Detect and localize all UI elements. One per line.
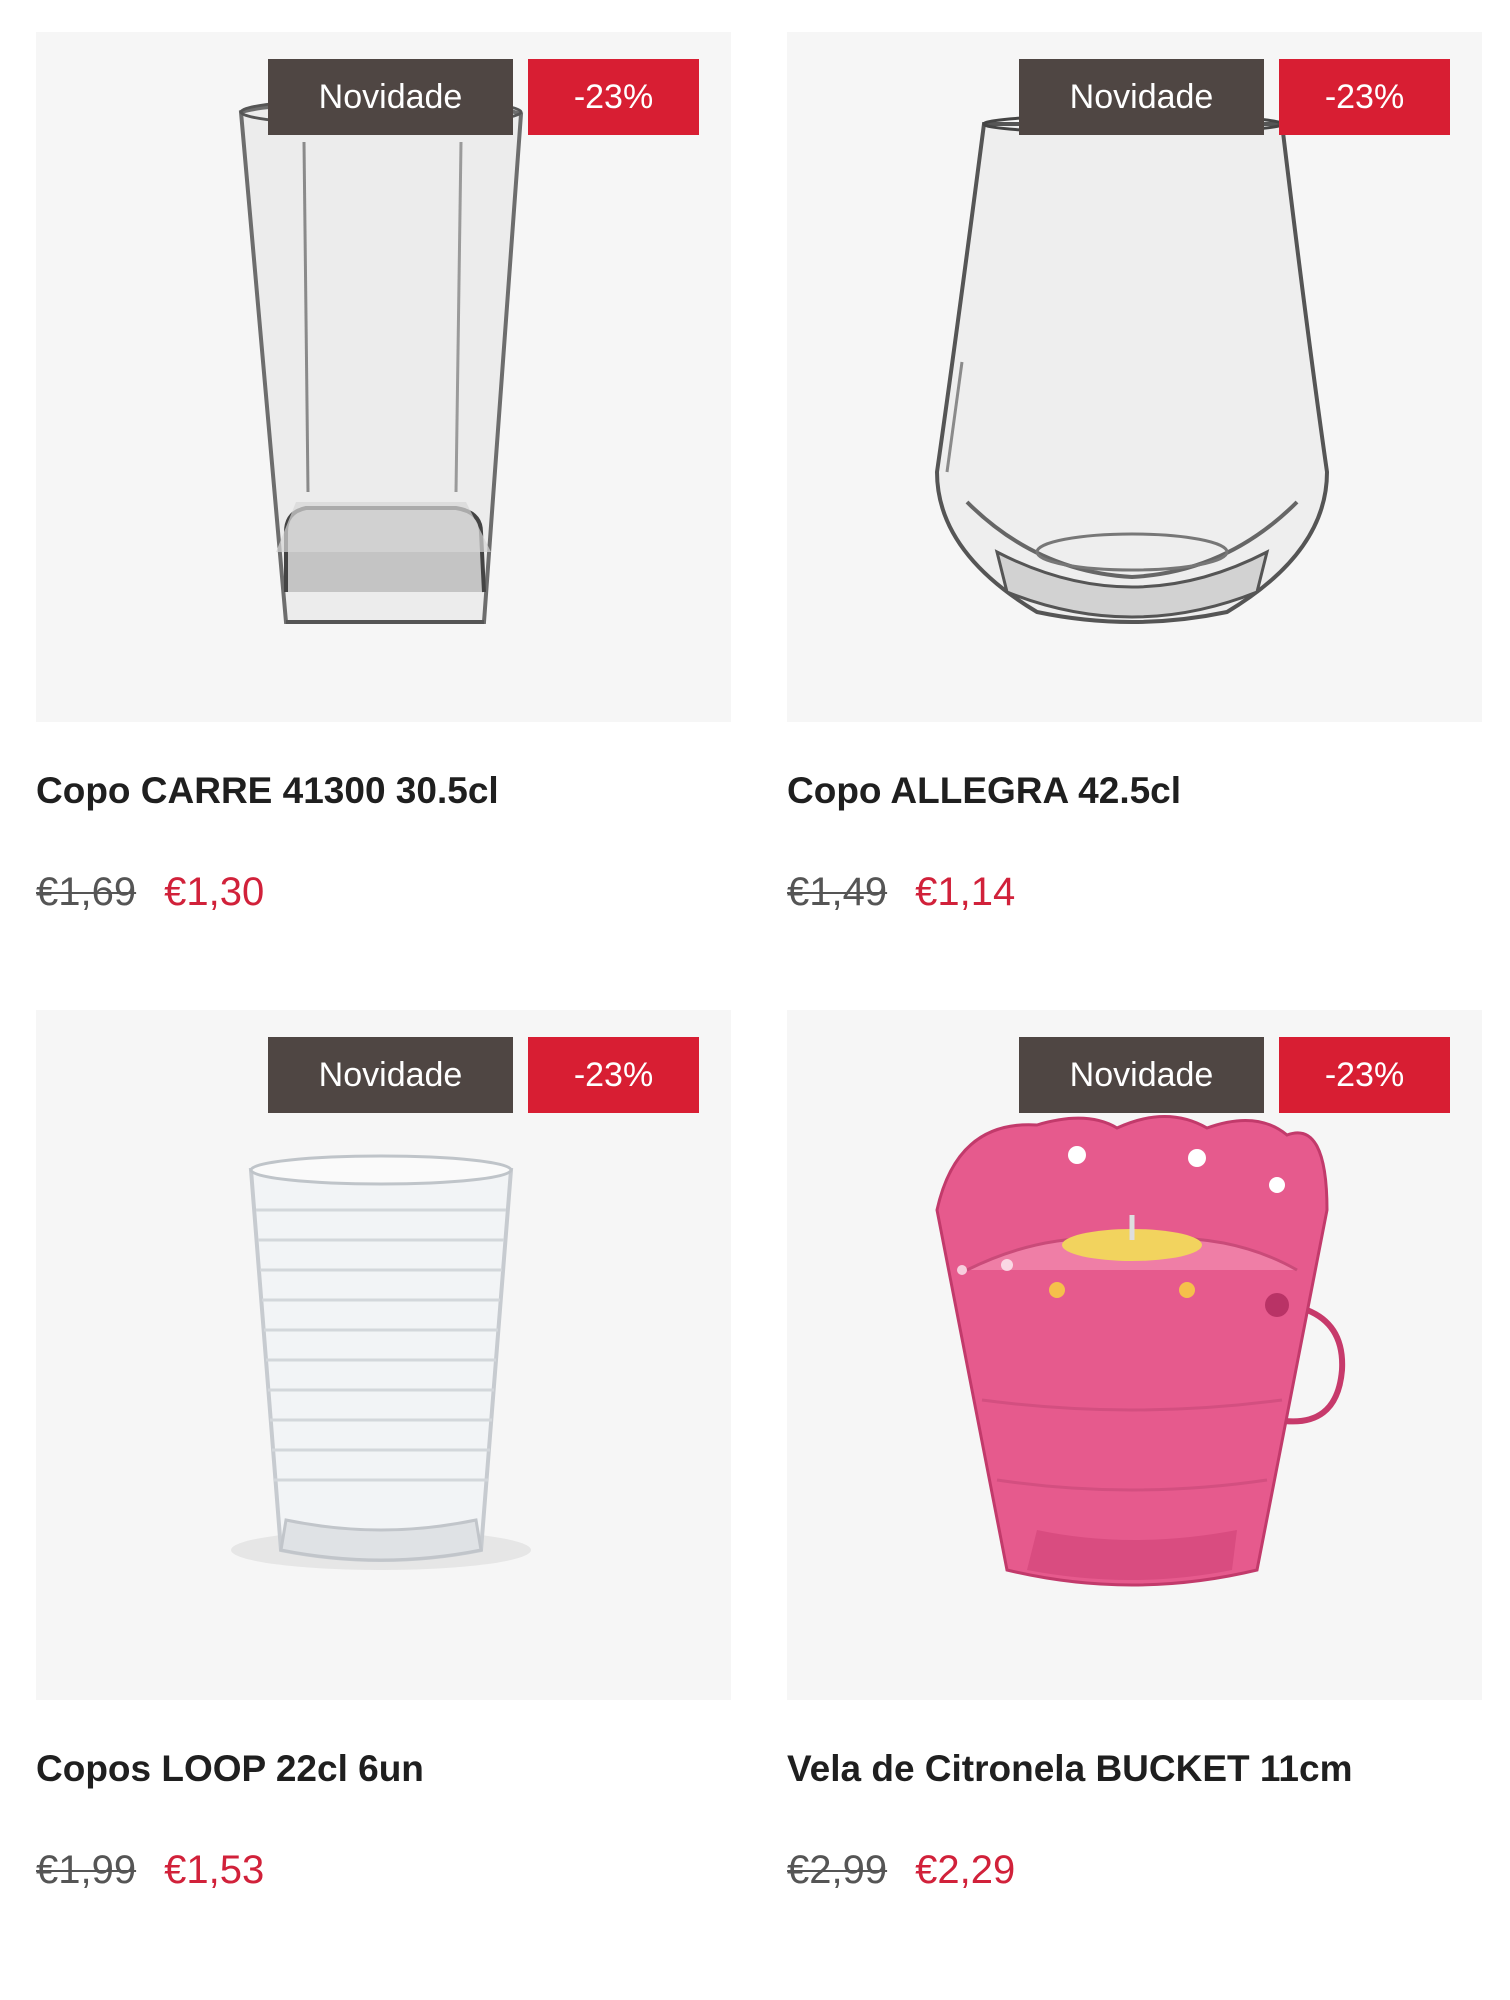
pink-bucket-candle-image [935,1115,1346,1587]
new-badge: Novidade [1019,59,1264,135]
old-price: €1,49 [787,870,888,914]
price-row: €1,69 €1,30 [36,870,264,915]
tall-square-glass-image [238,97,524,624]
new-badge: Novidade [268,59,513,135]
product-title[interactable]: Copo CARRE 41300 30.5cl [36,770,499,812]
price-row: €1,99 €1,53 [36,1848,264,1893]
product-title[interactable]: Copo ALLEGRA 42.5cl [787,770,1181,812]
stemless-wine-glass-image [934,113,1330,624]
product-title[interactable]: Vela de Citronela BUCKET 11cm [787,1748,1352,1790]
sale-price: €1,14 [915,870,1016,914]
discount-badge: -23% [528,59,699,135]
product-image[interactable]: Novidade -23% [787,32,1482,722]
sale-price: €1,53 [164,1848,265,1892]
discount-badge: -23% [528,1037,699,1113]
old-price: €1,99 [36,1848,137,1892]
new-badge: Novidade [268,1037,513,1113]
old-price: €2,99 [787,1848,888,1892]
old-price: €1,69 [36,870,137,914]
product-image[interactable]: Novidade -23% [787,1010,1482,1700]
product-image[interactable]: Novidade -23% [36,32,731,722]
product-image[interactable]: Novidade -23% [36,1010,731,1700]
ribbed-tumbler-glass-image [231,1154,531,1570]
new-badge: Novidade [1019,1037,1264,1113]
discount-badge: -23% [1279,59,1450,135]
discount-badge: -23% [1279,1037,1450,1113]
sale-price: €2,29 [915,1848,1016,1892]
product-title[interactable]: Copos LOOP 22cl 6un [36,1748,424,1790]
sale-price: €1,30 [164,870,265,914]
price-row: €2,99 €2,29 [787,1848,1015,1893]
price-row: €1,49 €1,14 [787,870,1015,915]
